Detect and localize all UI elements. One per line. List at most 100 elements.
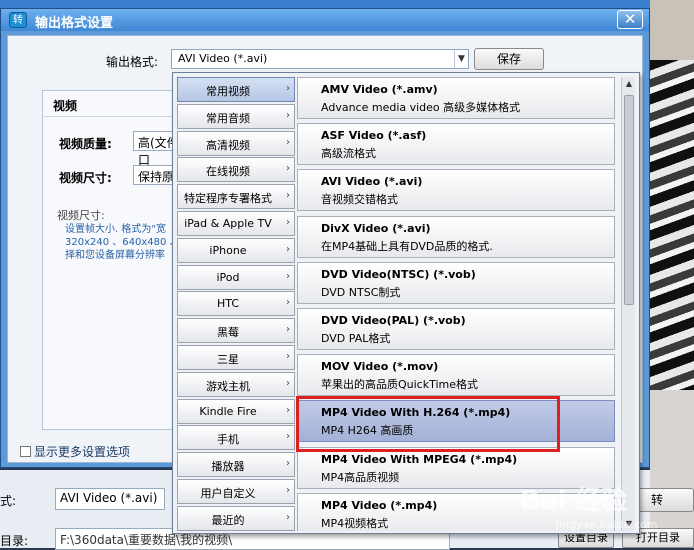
video-size-desc-title: 视频尺寸:: [57, 209, 105, 222]
scroll-thumb[interactable]: [624, 95, 634, 305]
format-item-name: AMV Video (*.amv): [321, 83, 438, 96]
format-item[interactable]: DVD Video(PAL) (*.vob) DVD PAL格式: [297, 308, 615, 350]
output-dir-label: 目录:: [0, 534, 29, 548]
format-item-name: DVD Video(PAL) (*.vob): [321, 314, 466, 327]
category-item[interactable]: 特定程序专署格式 ›: [177, 184, 295, 210]
chevron-down-icon[interactable]: ▼: [454, 50, 468, 68]
category-label: iPhone: [209, 243, 247, 257]
scroll-up-icon[interactable]: ▲: [622, 77, 636, 91]
format-item-name: DVD Video(NTSC) (*.vob): [321, 267, 476, 281]
category-item[interactable]: 游戏主机 ›: [177, 371, 295, 397]
category-label: 最近的: [211, 513, 245, 527]
watermark-url: jingyan.baidu.com: [556, 518, 658, 531]
output-format-select[interactable]: AVI Video (*.avi) ▼: [171, 49, 469, 69]
category-label: 高清视频: [206, 138, 250, 152]
dialog-titlebar[interactable]: 转 输出格式设置 ✕: [1, 9, 649, 31]
category-item[interactable]: 高清视频 ›: [177, 130, 295, 156]
format-item[interactable]: DivX Video (*.avi) 在MP4基础上具有DVD品质的格式.: [297, 215, 615, 258]
chevron-right-icon: ›: [286, 190, 290, 202]
category-item[interactable]: 在线视频 ›: [177, 157, 295, 183]
format-item-description: 苹果出的高品质QuickTime格式: [321, 378, 479, 392]
chevron-right-icon: ›: [286, 109, 290, 121]
format-item-description: DVD NTSC制式: [321, 285, 401, 299]
category-label: 黑莓: [217, 326, 239, 340]
category-item[interactable]: HTC ›: [177, 291, 295, 317]
format-field[interactable]: AVI Video (*.avi): [55, 488, 165, 510]
format-item-name: MP4 Video With MPEG4 (*.mp4): [321, 452, 518, 466]
video-size-label: 视频尺寸:: [59, 171, 112, 185]
category-label: Kindle Fire: [199, 404, 257, 418]
chevron-right-icon: ›: [286, 243, 290, 255]
category-item[interactable]: 手机 ›: [177, 425, 295, 451]
category-item[interactable]: iPod ›: [177, 264, 295, 290]
category-item[interactable]: 常用音频 ›: [177, 103, 295, 129]
category-item[interactable]: 播放器 ›: [177, 452, 295, 478]
output-format-label: 输出格式:: [106, 55, 159, 69]
chevron-right-icon: ›: [286, 404, 290, 416]
format-item-name: ASF Video (*.asf): [321, 129, 427, 143]
format-item-description: MP4高品质视频: [321, 470, 400, 484]
format-item-description: 在MP4基础上具有DVD品质的格式.: [321, 239, 493, 253]
chevron-right-icon: ›: [286, 485, 290, 496]
category-label: 用户自定义: [200, 487, 256, 500]
chevron-right-icon: ›: [286, 458, 290, 470]
app-logo-icon: 转: [9, 12, 27, 28]
chevron-right-icon: ›: [286, 163, 290, 175]
category-label: 游戏主机: [206, 379, 250, 393]
close-button[interactable]: ✕: [617, 10, 643, 29]
category-label: 三星: [217, 353, 239, 366]
category-item[interactable]: Kindle Fire ›: [177, 398, 295, 424]
category-item[interactable]: 最近的 ›: [177, 505, 295, 531]
category-item[interactable]: 三星 ›: [177, 345, 295, 370]
category-item[interactable]: 常用视频 ›: [177, 77, 295, 102]
more-settings-checkbox[interactable]: [20, 446, 31, 457]
category-item[interactable]: iPhone ›: [177, 237, 295, 263]
category-item[interactable]: 黑莓 ›: [177, 318, 295, 344]
video-group-title: 视频: [53, 99, 78, 113]
chevron-right-icon: ›: [286, 351, 290, 362]
category-label: 特定程序专署格式: [184, 192, 272, 206]
chevron-right-icon: ›: [286, 217, 290, 228]
chevron-right-icon: ›: [286, 270, 290, 282]
dialog-title: 输出格式设置: [35, 16, 114, 31]
format-item[interactable]: ASF Video (*.asf) 高级流格式: [297, 123, 615, 166]
save-button[interactable]: 保存: [474, 48, 544, 70]
chevron-right-icon: ›: [286, 297, 290, 309]
category-list: 常用视频 › 常用音频 › 高清视频 › 在线视频 › 特定程序专署格式 › iPad & Appl…: [177, 77, 295, 533]
watermark-logo: Bai 经验: [520, 486, 628, 516]
format-item-name: DivX Video (*.avi): [321, 221, 431, 235]
chevron-right-icon: ›: [286, 377, 290, 389]
chevron-right-icon: ›: [286, 136, 290, 148]
format-item-description: 高级流格式: [321, 147, 376, 161]
format-list: AMV Video (*.amv) Advance media video 高级多…: [297, 77, 617, 531]
format-item-name: AVI Video (*.avi): [321, 175, 423, 189]
format-list-scrollbar[interactable]: ▲ ▼: [621, 77, 635, 531]
category-label: 常用音频: [206, 111, 250, 125]
category-label: iPad & Apple TV: [184, 217, 272, 230]
chevron-right-icon: ›: [286, 511, 290, 523]
format-item-description: 音视频交错格式: [321, 193, 398, 207]
video-preview-image: [650, 60, 694, 390]
output-format-value: AVI Video (*.avi): [178, 52, 268, 65]
format-item-description: DVD PAL格式: [321, 332, 391, 345]
more-settings-label[interactable]: 显示更多设置选项: [34, 443, 130, 460]
format-item[interactable]: AVI Video (*.avi) 音视频交错格式: [297, 169, 615, 212]
format-item[interactable]: DVD Video(NTSC) (*.vob) DVD NTSC制式: [297, 261, 615, 304]
chevron-right-icon: ›: [286, 83, 290, 94]
category-label: 播放器: [211, 460, 245, 474]
format-item-description: MP4视频格式: [321, 516, 389, 530]
format-item[interactable]: AMV Video (*.amv) Advance media video 高级多…: [297, 77, 615, 119]
format-item[interactable]: MOV Video (*.mov) 苹果出的高品质QuickTime格式: [297, 354, 615, 397]
format-item-description: Advance media video 高级多媒体格式: [321, 101, 521, 114]
format-popup-menu: 常用视频 › 常用音频 › 高清视频 › 在线视频 › 特定程序专署格式 › iPad & Appl…: [172, 72, 640, 534]
format-item-name: MP4 Video (*.mp4): [321, 498, 438, 512]
category-label: 常用视频: [206, 85, 250, 98]
chevron-right-icon: ›: [286, 324, 290, 336]
category-label: iPod: [216, 270, 240, 284]
video-quality-label: 视频质量:: [59, 137, 112, 151]
category-item[interactable]: 用户自定义 ›: [177, 479, 295, 504]
chevron-right-icon: ›: [286, 431, 290, 443]
category-label: 在线视频: [206, 165, 250, 179]
format-label: 式:: [0, 494, 17, 508]
category-item[interactable]: iPad & Apple TV ›: [177, 211, 295, 236]
